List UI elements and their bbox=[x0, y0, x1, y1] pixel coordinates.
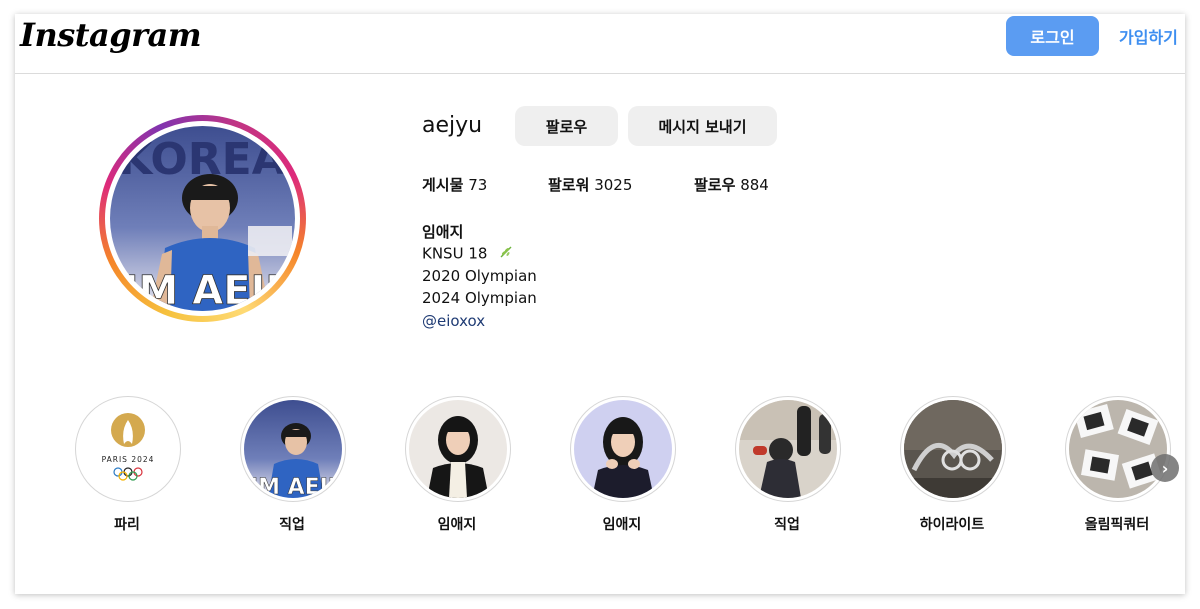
highlight-label: 직업 bbox=[774, 517, 800, 533]
highlight-label: 하이라이트 bbox=[919, 517, 985, 533]
highlight-image bbox=[409, 400, 507, 498]
highlight-image bbox=[1069, 400, 1167, 498]
chevron-right-icon: › bbox=[1161, 458, 1169, 478]
highlight-item[interactable]: IM AEJI 직업 bbox=[220, 396, 360, 546]
bio-line: KNSU 18 bbox=[422, 244, 514, 264]
highlight-label: 임애지 bbox=[602, 517, 642, 533]
highlight-label: 직업 bbox=[279, 517, 305, 533]
highlight-cover[interactable] bbox=[1065, 396, 1171, 502]
stat-posts: 게시물 73 bbox=[422, 176, 488, 194]
highlight-label: 올림픽쿼터 bbox=[1084, 517, 1150, 533]
highlight-item[interactable]: PARIS 2024 파리 bbox=[55, 396, 195, 546]
stat-followers[interactable]: 팔로워 3025 bbox=[548, 174, 632, 195]
instagram-logo[interactable]: Instagram bbox=[20, 16, 202, 54]
bio-line: 2020 Olympian bbox=[422, 267, 537, 285]
highlight-cover[interactable] bbox=[900, 396, 1006, 502]
message-button[interactable]: 메시지 보내기 bbox=[628, 106, 777, 146]
highlight-label: 임애지 bbox=[437, 517, 477, 533]
highlight-cover[interactable]: PARIS 2024 bbox=[75, 396, 181, 502]
stat-following[interactable]: 팔로우 884 bbox=[694, 174, 769, 195]
highlights-next-button[interactable]: › bbox=[1151, 454, 1179, 482]
page-frame: Instagram 로그인 가입하기 KOREA IM AEJI aejyu 팔… bbox=[15, 14, 1185, 594]
top-bar: Instagram 로그인 가입하기 bbox=[15, 14, 1185, 74]
svg-text:IM AEJI: IM AEJI bbox=[250, 475, 336, 498]
highlight-item[interactable]: 임애지 bbox=[550, 396, 690, 546]
highlight-label: 파리 bbox=[114, 517, 140, 533]
avatar-image: KOREA IM AEJI bbox=[110, 126, 295, 311]
leaf-emoji-icon bbox=[498, 244, 514, 264]
highlight-cover[interactable] bbox=[405, 396, 511, 502]
paris-logo-text: PARIS 2024 bbox=[102, 455, 155, 464]
highlight-item[interactable]: 직업 bbox=[715, 396, 855, 546]
highlight-image bbox=[904, 400, 1002, 498]
profile-avatar[interactable]: KOREA IM AEJI bbox=[99, 115, 306, 322]
highlight-image bbox=[739, 400, 837, 498]
highlight-image: IM AEJI bbox=[244, 400, 342, 498]
highlight-cover[interactable] bbox=[570, 396, 676, 502]
highlight-item[interactable]: 임애지 bbox=[385, 396, 525, 546]
signup-link[interactable]: 가입하기 bbox=[1119, 24, 1178, 48]
bio-line: 2024 Olympian bbox=[422, 289, 537, 307]
highlight-cover[interactable] bbox=[735, 396, 841, 502]
avatar-text-bottom: IM AEJI bbox=[124, 268, 281, 311]
paris-2024-logo: PARIS 2024 bbox=[79, 400, 177, 498]
bio-link[interactable]: @eioxox bbox=[422, 312, 485, 330]
profile-full-name: 임애지 bbox=[422, 223, 464, 241]
follow-button[interactable]: 팔로우 bbox=[515, 106, 618, 146]
highlight-item[interactable]: 하이라이트 bbox=[880, 396, 1020, 546]
profile-username: aejyu bbox=[422, 113, 483, 138]
highlight-image bbox=[574, 400, 672, 498]
highlight-cover[interactable]: IM AEJI bbox=[240, 396, 346, 502]
login-button[interactable]: 로그인 bbox=[1006, 16, 1099, 56]
